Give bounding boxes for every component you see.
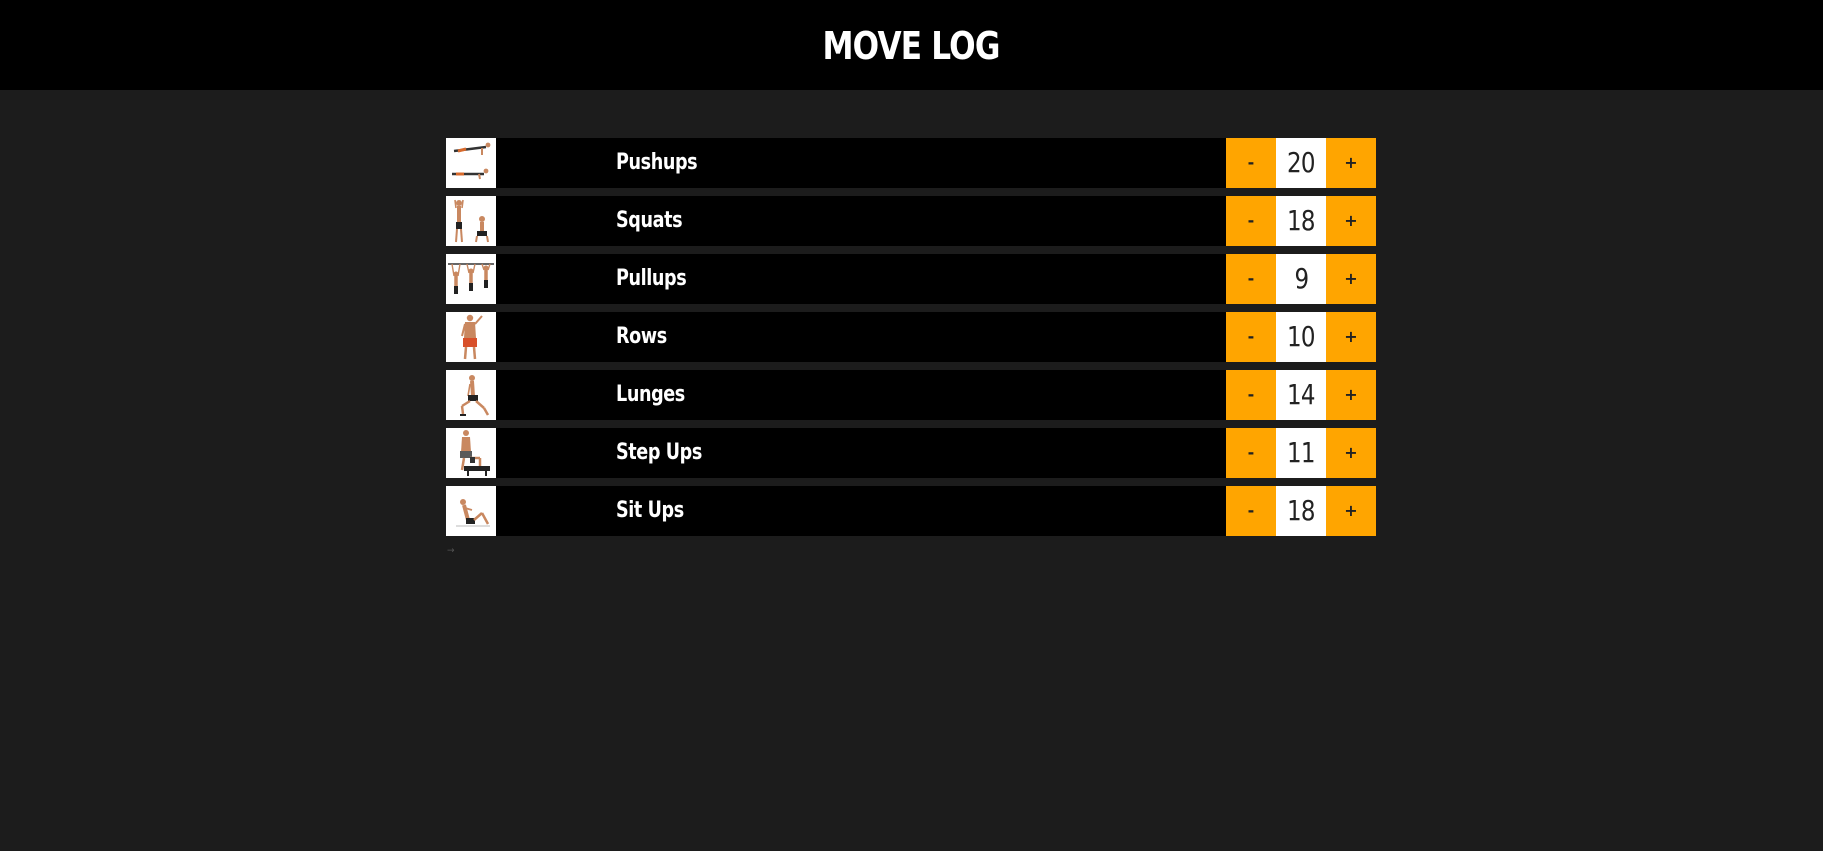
- rep-counter: - 18 +: [1226, 196, 1376, 246]
- exercise-name: Lunges: [616, 382, 685, 407]
- rep-count: 9: [1276, 254, 1326, 304]
- squats-thumbnail: [446, 196, 496, 246]
- rep-count: 14: [1276, 370, 1326, 420]
- rep-counter: - 14 +: [1226, 370, 1376, 420]
- decrement-button[interactable]: -: [1226, 312, 1276, 362]
- decrement-button[interactable]: -: [1226, 486, 1276, 536]
- rows-thumbnail: [446, 312, 496, 362]
- sit-ups-thumbnail: [446, 486, 496, 536]
- exercise-list: Pushups - 20 + Squats - 18 + Pullups - 9…: [446, 138, 1376, 544]
- page-title: MOVE LOG: [822, 24, 1001, 68]
- exercise-name: Pushups: [616, 150, 698, 175]
- increment-button[interactable]: +: [1326, 370, 1376, 420]
- increment-button[interactable]: +: [1326, 486, 1376, 536]
- increment-button[interactable]: +: [1326, 196, 1376, 246]
- rep-count-value: 18: [1287, 204, 1315, 237]
- exercise-name: Squats: [616, 208, 683, 233]
- rep-counter: - 11 +: [1226, 428, 1376, 478]
- lunges-thumbnail: [446, 370, 496, 420]
- rep-count-value: 9: [1294, 262, 1309, 295]
- rep-count-value: 11: [1287, 436, 1315, 469]
- rep-count-value: 20: [1287, 146, 1315, 179]
- increment-button[interactable]: +: [1326, 312, 1376, 362]
- rep-count: 20: [1276, 138, 1326, 188]
- exercise-name: Rows: [616, 324, 667, 349]
- decrement-button[interactable]: -: [1226, 138, 1276, 188]
- decrement-button[interactable]: -: [1226, 196, 1276, 246]
- rep-counter: - 20 +: [1226, 138, 1376, 188]
- footer-arrow-icon: →: [447, 546, 455, 556]
- exercise-row-lunges: Lunges - 14 +: [446, 370, 1376, 420]
- pullups-thumbnail: [446, 254, 496, 304]
- rep-count: 18: [1276, 196, 1326, 246]
- exercise-row-pushups: Pushups - 20 +: [446, 138, 1376, 188]
- exercise-name: Sit Ups: [616, 498, 684, 523]
- header-bar: MOVE LOG: [0, 0, 1823, 90]
- decrement-button[interactable]: -: [1226, 370, 1276, 420]
- pushups-thumbnail: [446, 138, 496, 188]
- increment-button[interactable]: +: [1326, 138, 1376, 188]
- decrement-button[interactable]: -: [1226, 428, 1276, 478]
- exercise-row-sit-ups: Sit Ups - 18 +: [446, 486, 1376, 536]
- rep-count-value: 14: [1287, 378, 1315, 411]
- rep-count-value: 18: [1287, 494, 1315, 527]
- exercise-row-squats: Squats - 18 +: [446, 196, 1376, 246]
- exercise-row-step-ups: Step Ups - 11 +: [446, 428, 1376, 478]
- exercise-name: Pullups: [616, 266, 687, 291]
- rep-counter: - 10 +: [1226, 312, 1376, 362]
- exercise-row-pullups: Pullups - 9 +: [446, 254, 1376, 304]
- rep-count-value: 10: [1287, 320, 1315, 353]
- increment-button[interactable]: +: [1326, 428, 1376, 478]
- exercise-name: Step Ups: [616, 440, 702, 465]
- step-ups-thumbnail: [446, 428, 496, 478]
- rep-counter: - 9 +: [1226, 254, 1376, 304]
- rep-count: 18: [1276, 486, 1326, 536]
- increment-button[interactable]: +: [1326, 254, 1376, 304]
- rep-count: 10: [1276, 312, 1326, 362]
- decrement-button[interactable]: -: [1226, 254, 1276, 304]
- rep-count: 11: [1276, 428, 1326, 478]
- exercise-row-rows: Rows - 10 +: [446, 312, 1376, 362]
- rep-counter: - 18 +: [1226, 486, 1376, 536]
